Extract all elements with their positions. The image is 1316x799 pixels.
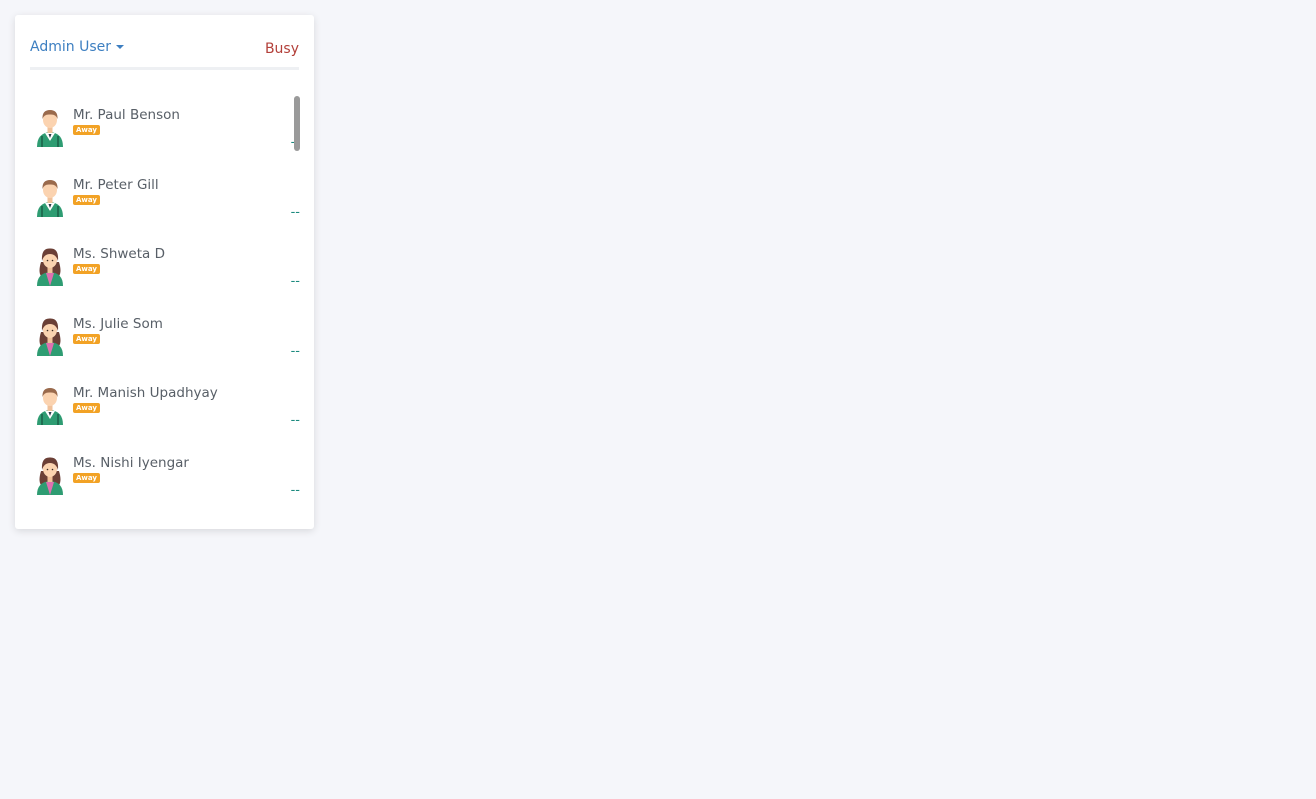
contact-item[interactable]: Mr. Paul Benson Away -- xyxy=(30,95,300,165)
contact-name: Ms. Julie Som xyxy=(73,315,163,332)
away-badge: Away xyxy=(73,125,100,135)
status-indicator[interactable]: Busy xyxy=(265,41,299,57)
female-avatar-icon xyxy=(37,318,63,356)
male-avatar-icon xyxy=(37,388,63,426)
female-avatar-icon xyxy=(37,457,63,495)
chat-contacts-panel: Admin User Busy Mr. Paul Benson Away -- xyxy=(15,15,314,529)
contact-name: Mr. Peter Gill xyxy=(73,176,159,193)
contact-name: Mr. Paul Benson xyxy=(73,107,180,123)
contact-list[interactable]: Mr. Paul Benson Away -- Mr. Peter Gill A… xyxy=(30,95,300,520)
contact-item[interactable]: Mr. Peter Gill Away -- xyxy=(30,165,300,235)
last-seen: -- xyxy=(290,413,300,429)
contact-item[interactable]: Ms. Shweta D Away -- xyxy=(30,234,300,304)
away-badge: Away xyxy=(73,333,100,344)
last-seen: -- xyxy=(290,482,300,498)
caret-down-icon xyxy=(115,45,124,49)
last-seen: -- xyxy=(290,204,300,220)
contact-name: Ms. Nishi Iyengar xyxy=(73,454,189,471)
user-name: Admin User xyxy=(30,39,111,55)
away-badge: Away xyxy=(73,264,100,275)
scrollbar-thumb[interactable] xyxy=(294,96,300,151)
last-seen: -- xyxy=(290,343,300,359)
last-seen: -- xyxy=(290,274,300,290)
away-badge: Away xyxy=(73,194,100,205)
contact-item[interactable]: Mr. Manish Upadhyay Away -- xyxy=(30,373,300,443)
away-badge: Away xyxy=(73,403,100,414)
female-avatar-icon xyxy=(37,248,63,287)
male-avatar-icon xyxy=(37,110,63,147)
contact-item[interactable]: Ms. Julie Som Away -- xyxy=(30,304,300,374)
contact-item[interactable]: Ms. Nishi Iyengar Away -- xyxy=(30,443,300,513)
away-badge: Away xyxy=(73,472,100,483)
contact-name: Mr. Manish Upadhyay xyxy=(73,385,218,402)
panel-header: Admin User Busy xyxy=(30,37,299,70)
contact-name: Ms. Shweta D xyxy=(73,246,165,263)
male-avatar-icon xyxy=(37,179,63,217)
user-dropdown-toggle[interactable]: Admin User xyxy=(30,39,124,55)
